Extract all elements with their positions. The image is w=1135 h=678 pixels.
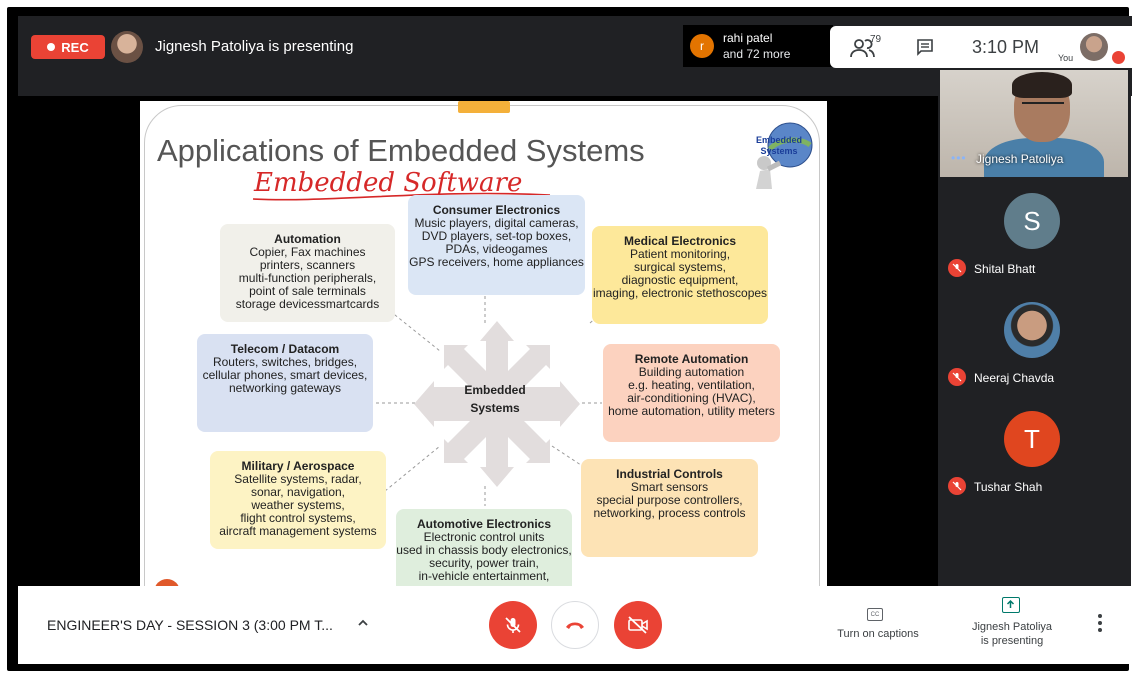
meeting-toolbox: 79 3:10 PM You: [830, 26, 1132, 68]
consumer-electronics-box: Consumer Electronics Music players, digit…: [408, 195, 585, 295]
video-person-hair: [1012, 72, 1072, 98]
participant-avatar-tushar[interactable]: T: [1004, 411, 1060, 467]
muted-mic-icon: [948, 368, 966, 386]
recording-label: REC: [61, 39, 89, 55]
presenting-status: Jignesh Patoliya is presenting: [155, 38, 354, 55]
camera-off-icon: [628, 616, 648, 634]
medical-electronics-box: Medical Electronics Patient monitoring, s…: [592, 226, 768, 324]
microphone-toggle-button[interactable]: [489, 601, 537, 649]
present-screen-icon[interactable]: [1002, 597, 1020, 613]
people-count: 79: [870, 34, 882, 45]
participant-more-count: and 72 more: [723, 47, 791, 61]
center-label: Embedded Systems: [464, 383, 526, 415]
video-person-glasses: [1022, 102, 1064, 114]
hang-up-icon: [566, 622, 584, 629]
box-body: Routers, switches, bridges, cellular pho…: [202, 355, 368, 395]
automotive-electronics-box: Automotive Electronics Electronic control…: [396, 509, 572, 587]
bottom-bar: ENGINEER'S DAY - SESSION 3 (3:00 PM T...…: [18, 586, 1132, 664]
box-body: Copier, Fax machines printers, scanners …: [235, 245, 380, 311]
shared-slide: Applications of Embedded Systems Embedde…: [140, 101, 827, 587]
meeting-title[interactable]: ENGINEER'S DAY - SESSION 3 (3:00 PM T...: [47, 617, 333, 633]
automation-box: Automation Copier, Fax machines printers,…: [220, 224, 395, 322]
participant-name-shital: Shital Bhatt: [974, 262, 1036, 276]
participants-chip[interactable]: r rahi patel and 72 more: [683, 25, 833, 67]
speaking-indicator-icon: •••: [951, 151, 967, 165]
microphone-off-icon: [505, 617, 521, 633]
muted-mic-icon: [948, 477, 966, 495]
captions-icon[interactable]: CC: [867, 608, 883, 621]
box-body: Satellite systems, radar, sonar, navigat…: [219, 472, 377, 538]
box-body: Smart sensors special purpose controller…: [593, 480, 746, 520]
participant-avatar: r: [690, 34, 714, 58]
record-dot-icon: [47, 43, 56, 51]
box-body: Building automation e.g. heating, ventil…: [608, 365, 775, 418]
self-avatar: [1080, 33, 1108, 61]
self-label: You: [1058, 53, 1074, 63]
leave-call-button[interactable]: [551, 601, 599, 649]
clock: 3:10 PM: [972, 37, 1040, 57]
chevron-up-icon[interactable]: [356, 616, 370, 630]
participant-name-neeraj: Neeraj Chavda: [974, 371, 1055, 385]
industrial-controls-box: Industrial Controls Smart sensors special…: [581, 459, 758, 557]
box-body: Patient monitoring, surgical systems, di…: [592, 247, 768, 300]
participant-avatar-shital[interactable]: S: [1004, 193, 1060, 249]
participant-name: rahi patel: [723, 31, 773, 45]
chat-icon[interactable]: [916, 38, 934, 56]
military-aerospace-box: Military / Aerospace Satellite systems, r…: [210, 451, 386, 549]
captions-button-label[interactable]: Turn on captions: [830, 628, 926, 640]
self-muted-icon: [1112, 51, 1125, 64]
participant-name-tushar: Tushar Shah: [974, 480, 1043, 494]
camera-toggle-button[interactable]: [614, 601, 662, 649]
presenter-tile-name: Jignesh Patoliya: [976, 152, 1064, 166]
recording-badge[interactable]: REC: [31, 35, 105, 59]
box-body: Music players, digital cameras, DVD play…: [409, 216, 584, 269]
muted-mic-icon: [948, 259, 966, 277]
participant-avatar-neeraj[interactable]: [1004, 302, 1060, 358]
box-body: Electronic control units used in chassis…: [396, 530, 572, 583]
presenting-button-label[interactable]: Jignesh Patoliya is presenting: [964, 620, 1060, 648]
presenter-avatar: [111, 31, 143, 63]
telecom-datacom-box: Telecom / Datacom Routers, switches, brid…: [197, 334, 373, 432]
more-options-icon[interactable]: [1098, 614, 1102, 632]
remote-automation-box: Remote Automation Building automation e.g…: [603, 344, 780, 442]
